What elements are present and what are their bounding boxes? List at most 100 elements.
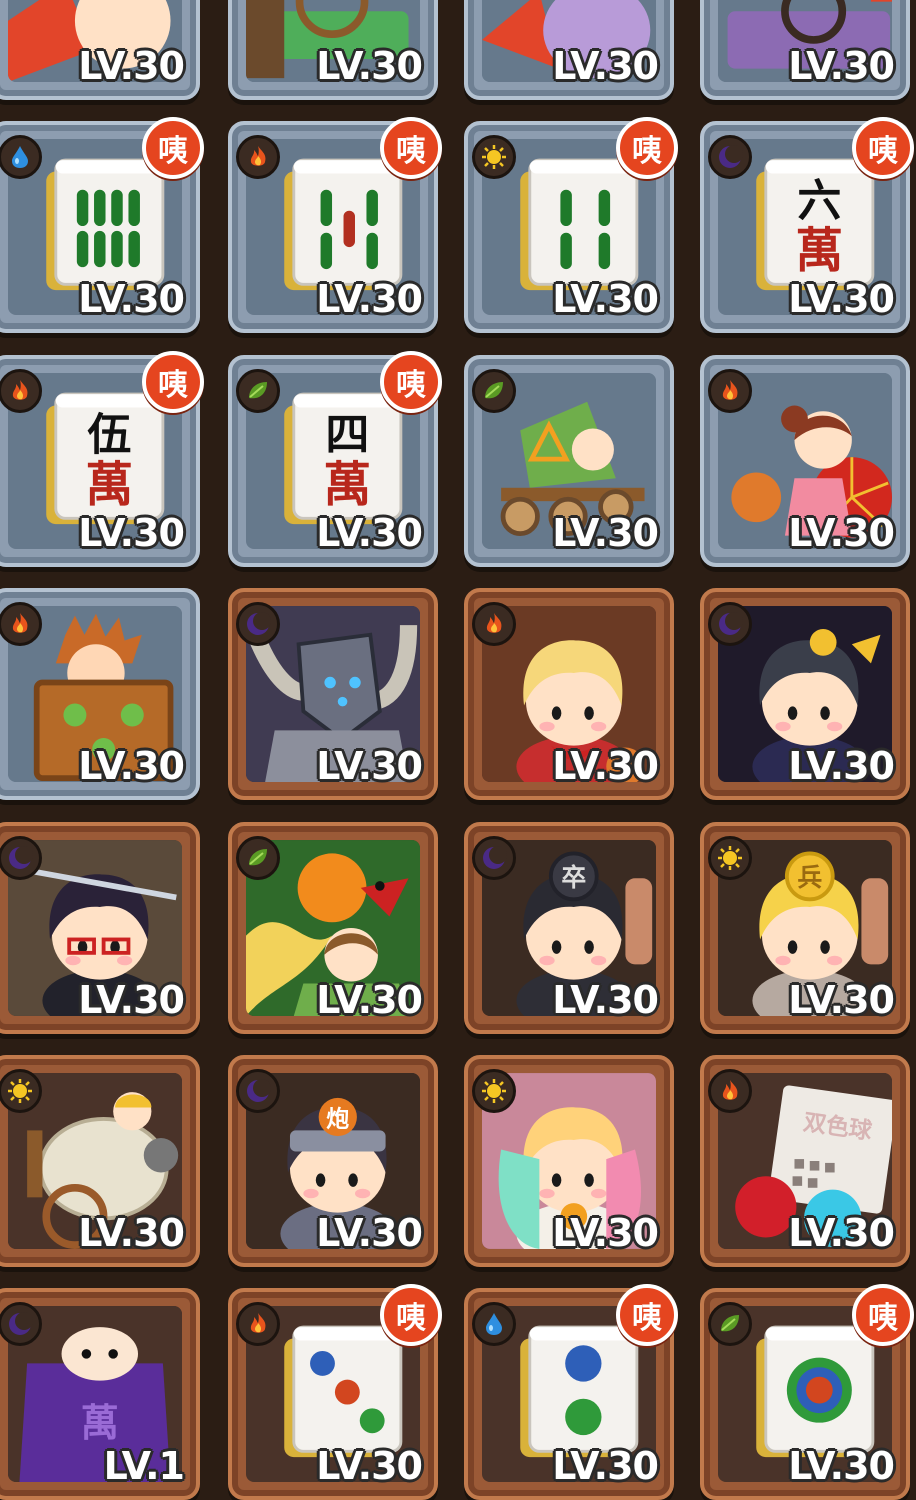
wood-element-icon — [708, 1302, 752, 1346]
surprise-badge: 咦 — [142, 351, 204, 413]
surprise-badge: 咦 — [616, 117, 678, 179]
hero-card[interactable]: 咦 LV.30 — [700, 1284, 914, 1500]
hero-card[interactable]: 咦 LV.30 — [464, 117, 678, 333]
wood-element-icon — [236, 369, 280, 413]
hero-card[interactable]: 炮 LV.30 — [228, 1055, 438, 1267]
hero-card[interactable]: 伍萬咦 LV.30 — [0, 351, 204, 567]
level-label: LV.30 — [788, 277, 895, 321]
hero-card[interactable]: 咦 LV.30 — [464, 1284, 678, 1500]
svg-text:伍: 伍 — [87, 410, 131, 461]
light-element-icon — [472, 1069, 516, 1113]
level-label: LV.30 — [552, 744, 659, 788]
dark-element-icon — [708, 602, 752, 646]
wood-element-icon — [472, 369, 516, 413]
level-label: LV.30 — [78, 511, 185, 555]
dark-element-icon — [236, 1069, 280, 1113]
level-label: LV.30 — [788, 1211, 895, 1255]
fire-element-icon — [0, 602, 42, 646]
fire-element-icon — [0, 369, 42, 413]
surprise-badge: 咦 — [380, 1284, 442, 1346]
hero-card[interactable]: 萬 LV.1 — [0, 1288, 200, 1500]
level-label: LV.30 — [788, 978, 895, 1022]
dark-element-icon — [0, 1302, 42, 1346]
hero-card[interactable]: 咦 LV.30 — [228, 117, 442, 333]
svg-text:萬: 萬 — [323, 457, 371, 513]
hero-card[interactable]: LV.30 — [700, 355, 910, 567]
surprise-badge: 咦 — [380, 117, 442, 179]
level-label: LV.30 — [316, 1211, 423, 1255]
hero-card[interactable]: LV.30 — [464, 0, 674, 100]
level-label: LV.30 — [78, 277, 185, 321]
hero-inventory-grid: LV.30 LV.30 LV.30 LV.30 咦 LV.30 咦 LV.30 咦 LV.30 六萬… — [0, 0, 916, 1500]
surprise-badge: 咦 — [380, 351, 442, 413]
hero-card[interactable]: 双色球 LV.30 — [700, 1055, 910, 1267]
surprise-badge: 咦 — [616, 1284, 678, 1346]
hero-card[interactable]: LV.30 — [464, 1055, 674, 1267]
svg-text:四: 四 — [325, 410, 369, 461]
level-label: LV.30 — [316, 744, 423, 788]
dark-element-icon — [472, 836, 516, 880]
level-label: LV.30 — [552, 277, 659, 321]
level-label: LV.30 — [552, 44, 659, 88]
level-label: LV.30 — [552, 1444, 659, 1488]
level-label: LV.30 — [788, 44, 895, 88]
light-element-icon — [0, 1069, 42, 1113]
dark-element-icon — [708, 135, 752, 179]
hero-card[interactable]: LV.30 — [464, 588, 674, 800]
level-label: LV.30 — [78, 1211, 185, 1255]
surprise-badge: 咦 — [852, 1284, 914, 1346]
water-element-icon — [0, 135, 42, 179]
level-label: LV.30 — [78, 978, 185, 1022]
dark-element-icon — [0, 836, 42, 880]
dark-element-icon — [236, 602, 280, 646]
level-label: LV.30 — [78, 44, 185, 88]
hero-card[interactable]: LV.30 — [0, 822, 200, 1034]
level-label: LV.30 — [316, 1444, 423, 1488]
level-label: LV.30 — [316, 511, 423, 555]
fire-element-icon — [708, 1069, 752, 1113]
hero-card[interactable]: LV.30 — [0, 0, 200, 100]
hero-card[interactable]: LV.30 — [228, 588, 438, 800]
level-label: LV.30 — [316, 978, 423, 1022]
hero-card[interactable]: LV.30 — [228, 822, 438, 1034]
fire-element-icon — [472, 602, 516, 646]
level-label: LV.1 — [103, 1444, 185, 1488]
svg-text:萬: 萬 — [81, 1401, 119, 1446]
level-label: LV.30 — [316, 44, 423, 88]
svg-text:萬: 萬 — [795, 223, 843, 279]
fire-element-icon — [236, 135, 280, 179]
hero-card[interactable]: 四萬咦 LV.30 — [228, 351, 442, 567]
hero-card[interactable]: LV.30 — [0, 588, 200, 800]
svg-text:卒: 卒 — [561, 863, 586, 892]
light-element-icon — [472, 135, 516, 179]
svg-text:六: 六 — [797, 176, 841, 227]
svg-text:炮: 炮 — [326, 1106, 349, 1133]
hero-card[interactable]: 咦 LV.30 — [228, 1284, 442, 1500]
hero-card[interactable]: LV.30 — [0, 1055, 200, 1267]
hero-card[interactable]: LV.30 — [464, 355, 674, 567]
surprise-badge: 咦 — [142, 117, 204, 179]
water-element-icon — [472, 1302, 516, 1346]
hero-card[interactable]: LV.30 — [700, 588, 910, 800]
wood-element-icon — [236, 836, 280, 880]
hero-card[interactable]: 卒 LV.30 — [464, 822, 674, 1034]
level-label: LV.30 — [552, 978, 659, 1022]
level-label: LV.30 — [788, 1444, 895, 1488]
level-label: LV.30 — [552, 511, 659, 555]
fire-element-icon — [236, 1302, 280, 1346]
light-element-icon — [708, 836, 752, 880]
level-label: LV.30 — [788, 511, 895, 555]
hero-card[interactable]: LV.30 — [228, 0, 438, 100]
hero-card[interactable]: LV.30 — [700, 0, 910, 100]
level-label: LV.30 — [788, 744, 895, 788]
level-label: LV.30 — [78, 744, 185, 788]
svg-text:萬: 萬 — [85, 457, 133, 513]
level-label: LV.30 — [316, 277, 423, 321]
hero-card[interactable]: 咦 LV.30 — [0, 117, 204, 333]
hero-card[interactable]: 兵 LV.30 — [700, 822, 910, 1034]
hero-card[interactable]: 六萬咦 LV.30 — [700, 117, 914, 333]
fire-element-icon — [708, 369, 752, 413]
svg-text:兵: 兵 — [797, 863, 822, 892]
level-label: LV.30 — [552, 1211, 659, 1255]
surprise-badge: 咦 — [852, 117, 914, 179]
